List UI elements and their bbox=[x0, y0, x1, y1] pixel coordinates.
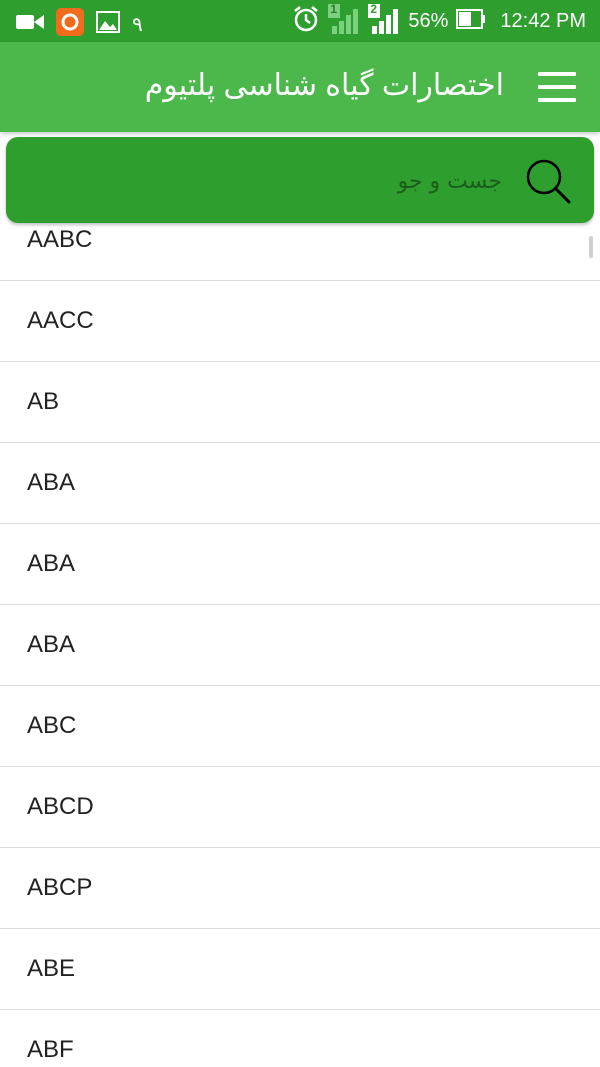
abbreviation-list: AABC AACC AB ABA ABA ABA ABC ABCD ABCP A… bbox=[0, 200, 600, 1067]
list-item[interactable]: ABCD bbox=[0, 767, 600, 848]
menu-line bbox=[538, 85, 576, 89]
scrollbar-thumb[interactable] bbox=[589, 236, 593, 258]
list-item[interactable]: ABC bbox=[0, 686, 600, 767]
battery-percent: 56% bbox=[408, 9, 449, 32]
sim2-label: 2 bbox=[370, 1, 378, 16]
battery-icon bbox=[456, 8, 486, 35]
list-item[interactable]: ABF bbox=[0, 1010, 600, 1067]
status-bar: ٩ 1 2 56% 12:42 PM bbox=[0, 0, 600, 42]
hamburger-menu-icon[interactable] bbox=[538, 72, 576, 102]
signal-sim1-icon: 1 bbox=[328, 1, 360, 39]
menu-line bbox=[538, 98, 576, 102]
list-item[interactable]: ABCP bbox=[0, 848, 600, 929]
list-item[interactable]: ABE bbox=[0, 929, 600, 1010]
status-bar-right: 1 2 56% 12:42 PM bbox=[292, 1, 586, 39]
list-item[interactable]: ABA bbox=[0, 605, 600, 686]
status-time: 12:42 PM bbox=[500, 9, 586, 32]
alarm-icon bbox=[292, 5, 320, 38]
status-bar-left: ٩ bbox=[16, 8, 143, 41]
list-item[interactable]: ABA bbox=[0, 524, 600, 605]
status-left-digit: ٩ bbox=[132, 14, 143, 36]
page-title: اختصارات گیاه شناسی پلتیوم bbox=[144, 69, 504, 102]
gallery-icon bbox=[96, 11, 120, 38]
video-camera-icon bbox=[16, 12, 44, 37]
search-bar bbox=[6, 137, 594, 223]
list-item[interactable]: AACC bbox=[0, 281, 600, 362]
app-notification-icon bbox=[56, 8, 84, 41]
menu-line bbox=[538, 72, 576, 76]
app-bar: اختصارات گیاه شناسی پلتیوم bbox=[0, 42, 600, 132]
signal-sim2-icon: 2 bbox=[368, 1, 400, 39]
search-input[interactable] bbox=[62, 161, 502, 201]
list-item[interactable]: AB bbox=[0, 362, 600, 443]
sim1-label: 1 bbox=[330, 1, 338, 16]
search-icon[interactable] bbox=[524, 157, 572, 205]
list-item[interactable]: ABA bbox=[0, 443, 600, 524]
